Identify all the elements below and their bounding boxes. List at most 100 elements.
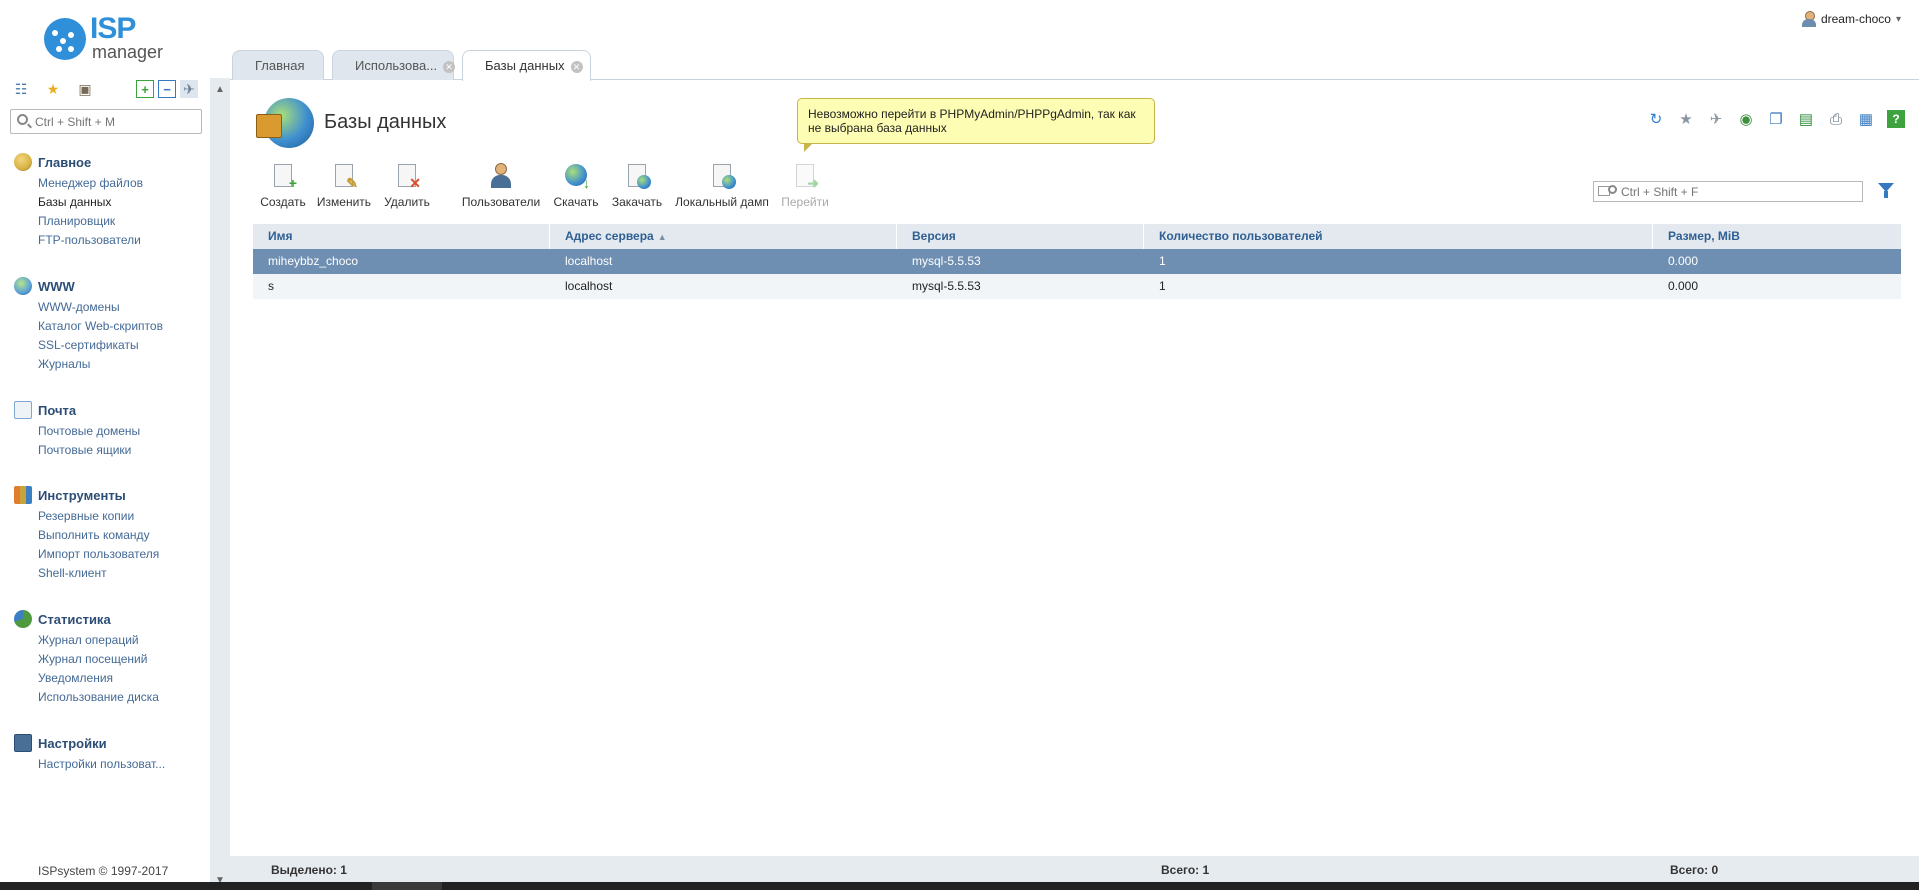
pin-icon[interactable]: ✈ xyxy=(1707,110,1725,128)
tab-databases[interactable]: Базы данных ✕ xyxy=(462,50,591,81)
column-header-server-address[interactable]: Адрес сервера ▲ xyxy=(550,224,897,249)
cell-server-address: localhost xyxy=(565,279,613,293)
status-bar: Выделено: 1 Всего: 1 Всего: 0 xyxy=(230,856,1919,882)
close-icon[interactable]: ✕ xyxy=(443,60,456,73)
expand-all-icon[interactable]: + xyxy=(136,80,154,98)
size-total: Всего: 0 xyxy=(1670,863,1719,877)
table-row[interactable]: miheybbz_choco localhost mysql-5.5.53 1 … xyxy=(253,249,1901,274)
tree-view-icon[interactable]: ☷ xyxy=(12,80,30,98)
sidebar-item-backups[interactable]: Резервные копии xyxy=(38,507,210,526)
pin-icon[interactable]: ✈ xyxy=(180,80,198,98)
sidebar-item-ftp-users[interactable]: FTP-пользователи xyxy=(38,231,210,250)
delete-button[interactable]: ✕ Удалить xyxy=(381,162,433,212)
nav-group-header[interactable]: Настройки xyxy=(14,733,210,755)
nav-group-header[interactable]: Почта xyxy=(14,400,210,422)
help-icon[interactable]: ? xyxy=(1887,110,1905,128)
sidebar-item-user-settings[interactable]: Настройки пользоват... xyxy=(38,755,210,774)
nav-group-title: Главное xyxy=(38,155,92,170)
taskbar xyxy=(0,882,1919,890)
table-row[interactable]: s localhost mysql-5.5.53 1 0.000 xyxy=(253,274,1901,299)
isp-manager-logo[interactable]: ISP manager xyxy=(44,12,174,64)
nav-group-title: Статистика xyxy=(38,612,111,627)
user-name: dream-choco xyxy=(1820,12,1891,26)
button-label: Изменить xyxy=(316,195,372,209)
collapse-up-icon[interactable]: ▲ xyxy=(215,84,225,95)
sidebar-splitter[interactable]: ▲ ▼ xyxy=(210,78,230,890)
sidebar-item-operations-log[interactable]: Журнал операций xyxy=(38,631,210,650)
sidebar-item-ssl-certificates[interactable]: SSL-сертификаты xyxy=(38,336,210,355)
table-search xyxy=(1593,181,1863,202)
copy-icon[interactable]: ❐ xyxy=(1767,110,1785,128)
favorites-star-icon[interactable]: ★ xyxy=(44,80,62,98)
go-to-icon: ➜ xyxy=(791,162,819,190)
upload-icon xyxy=(623,162,651,190)
sidebar-item-logs[interactable]: Журналы xyxy=(38,355,210,374)
delete-icon: ✕ xyxy=(393,162,421,190)
selected-count: Выделено: 1 xyxy=(271,863,347,877)
go-to-button[interactable]: ➜ Перейти xyxy=(779,162,831,212)
sidebar-item-web-scripts[interactable]: Каталог Web-скриптов xyxy=(38,317,210,336)
table-header-row: Имя Адрес сервера ▲ Версия Количество пол… xyxy=(253,224,1901,249)
refresh-icon[interactable]: ↻ xyxy=(1647,110,1665,128)
tab-home[interactable]: Главная xyxy=(232,50,324,80)
button-label: Создать xyxy=(260,195,306,209)
tools-icon xyxy=(14,486,32,504)
sidebar-item-run-command[interactable]: Выполнить команду xyxy=(38,526,210,545)
button-label: Перейти xyxy=(781,195,829,209)
export-excel-icon[interactable]: ▤ xyxy=(1797,110,1815,128)
column-header-version[interactable]: Версия xyxy=(897,224,1144,249)
collapse-all-icon[interactable]: − xyxy=(158,80,176,98)
add-to-favorites-icon[interactable]: ★ xyxy=(1677,110,1695,128)
menu-search-input[interactable] xyxy=(35,113,195,130)
users-icon xyxy=(487,162,515,190)
sidebar-item-scheduler[interactable]: Планировщик xyxy=(38,212,210,231)
close-icon[interactable]: ✕ xyxy=(570,60,583,73)
table-settings-icon[interactable]: ▦ xyxy=(1857,110,1875,128)
local-dump-button[interactable]: Локальный дамп xyxy=(673,162,771,212)
nav-group-header[interactable]: WWW xyxy=(14,276,210,298)
sidebar-item-www-domains[interactable]: WWW-домены xyxy=(38,298,210,317)
column-header-name[interactable]: Имя xyxy=(253,224,550,249)
sidebar-item-disk-usage[interactable]: Использование диска xyxy=(38,688,210,707)
sidebar-item-databases[interactable]: Базы данных xyxy=(38,193,210,212)
copyright: ISPsystem © 1997-2017 xyxy=(38,864,169,878)
button-label: Удалить xyxy=(384,195,430,209)
sidebar-item-visits-log[interactable]: Журнал посещений xyxy=(38,650,210,669)
nav-group-header[interactable]: Статистика xyxy=(14,609,210,631)
user-menu[interactable]: dream-choco ▾ xyxy=(1801,9,1901,29)
column-header-size[interactable]: Размер, MiB xyxy=(1653,224,1901,249)
nav-group-www: WWW WWW-домены Каталог Web-скриптов SSL-… xyxy=(14,276,210,374)
download-button[interactable]: ↓ Скачать xyxy=(551,162,601,212)
tab-users[interactable]: Использова... ✕ xyxy=(332,50,456,80)
nav-group-header[interactable]: Главное xyxy=(14,152,210,174)
nav-group-title: Почта xyxy=(38,403,77,418)
print-icon[interactable]: ⎙ xyxy=(1827,110,1845,128)
briefcase-icon[interactable]: ▣ xyxy=(76,80,94,98)
cell-size: 0.000 xyxy=(1668,254,1699,268)
help-circle-icon[interactable]: ◉ xyxy=(1737,110,1755,128)
settings-monitor-icon xyxy=(14,734,32,752)
upload-button[interactable]: Закачать xyxy=(609,162,665,212)
edit-button[interactable]: ✎ Изменить xyxy=(315,162,373,212)
column-header-user-count[interactable]: Количество пользователей xyxy=(1144,224,1653,249)
column-header-label: Адрес сервера xyxy=(565,229,654,243)
sidebar-item-mail-domains[interactable]: Почтовые домены xyxy=(38,422,210,441)
sidebar-item-shell-client[interactable]: Shell-клиент xyxy=(38,564,210,583)
nav-group-title: WWW xyxy=(38,279,75,294)
sidebar-toolbar: ☷ ★ ▣ + − ✈ xyxy=(12,80,202,100)
user-avatar-icon xyxy=(1801,11,1816,27)
menu-search xyxy=(10,109,202,134)
column-header-label: Размер, MiB xyxy=(1668,229,1740,243)
button-label: Пользователи xyxy=(461,195,541,209)
nav-group-main: Главное Менеджер файлов Базы данных План… xyxy=(14,152,210,250)
table-search-input[interactable] xyxy=(1621,184,1857,199)
filter-icon[interactable] xyxy=(1878,183,1894,199)
sidebar-item-notifications[interactable]: Уведомления xyxy=(38,669,210,688)
www-globe-icon xyxy=(14,277,32,295)
create-button[interactable]: + Создать xyxy=(259,162,307,212)
nav-group-header[interactable]: Инструменты xyxy=(14,485,210,507)
users-button[interactable]: Пользователи xyxy=(459,162,543,212)
sidebar-item-import-user[interactable]: Импорт пользователя xyxy=(38,545,210,564)
sidebar-item-file-manager[interactable]: Менеджер файлов xyxy=(38,174,210,193)
sidebar-item-mailboxes[interactable]: Почтовые ящики xyxy=(38,441,210,460)
